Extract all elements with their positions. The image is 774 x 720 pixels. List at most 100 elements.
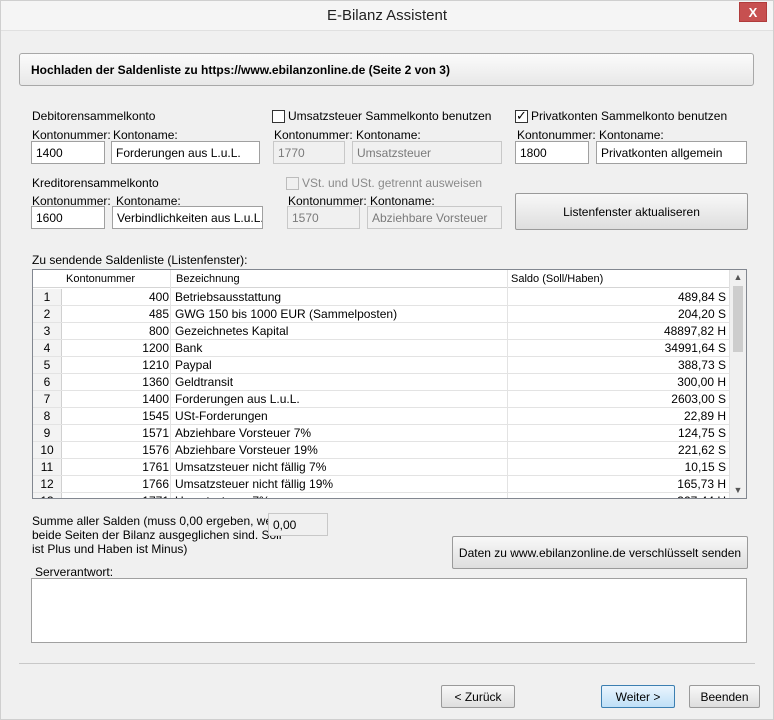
page-header-text: Hochladen der Saldenliste zu https://www… xyxy=(31,63,450,77)
cell-saldo: 489,84 S xyxy=(677,290,726,304)
table-row[interactable]: 8 1545 USt-Forderungen 22,89 H xyxy=(33,408,730,425)
cell-saldo: 204,20 S xyxy=(677,307,726,321)
privat-checkbox-label: Privatkonten Sammelkonto benutzen xyxy=(531,109,728,123)
serverantwort-field[interactable] xyxy=(31,578,747,643)
back-button-label: < Zurück xyxy=(454,690,502,704)
scroll-up-icon[interactable]: ▲ xyxy=(730,272,746,282)
cell-saldo: 165,73 H xyxy=(677,477,726,491)
cell-saldo: 221,62 S xyxy=(677,443,726,457)
cell-bezeichnung: Abziehbare Vorsteuer 7% xyxy=(175,426,312,440)
kreditor-name-field[interactable]: Verbindlichkeiten aus L.u.L. xyxy=(112,206,263,229)
table-row[interactable]: 1 400 Betriebsausstattung 489,84 S xyxy=(33,289,730,306)
table-row[interactable]: 9 1571 Abziehbare Vorsteuer 7% 124,75 S xyxy=(33,425,730,442)
vorsteuer-name-field: Abziehbare Vorsteuer xyxy=(367,206,502,229)
window-title: E-Bilanz Assistent xyxy=(326,7,448,24)
privat-number-label: Kontonummer: xyxy=(517,128,596,142)
back-button[interactable]: < Zurück xyxy=(441,685,515,708)
column-header-saldo[interactable]: Saldo (Soll/Haben) xyxy=(511,273,603,285)
cell-saldo: 388,73 S xyxy=(677,358,726,372)
privat-checkbox[interactable]: ✓ xyxy=(515,108,528,123)
vorsteuer-checkbox-label: VSt. und USt. getrennt ausweisen xyxy=(302,176,483,190)
cell-kontonummer: 1576 xyxy=(142,443,169,457)
table-row[interactable]: 4 1200 Bank 34991,64 S xyxy=(33,340,730,357)
grid-vertical-scrollbar[interactable]: ▲ ▼ xyxy=(729,270,746,498)
umsatzsteuer-name-field: Umsatzsteuer xyxy=(352,141,502,164)
column-header-kontonummer[interactable]: Kontonummer xyxy=(66,273,135,285)
kreditor-number-field[interactable]: 1600 xyxy=(31,206,105,229)
cell-saldo: 34991,64 S xyxy=(664,341,726,355)
footer-separator xyxy=(19,663,755,664)
next-button[interactable]: Weiter > xyxy=(601,685,675,708)
cell-bezeichnung: GWG 150 bis 1000 EUR (Sammelposten) xyxy=(175,307,398,321)
privat-name-field[interactable]: Privatkonten allgemein xyxy=(596,141,747,164)
table-row[interactable]: 7 1400 Forderungen aus L.u.L. 2603,00 S xyxy=(33,391,730,408)
summe-label-line3: ist Plus und Haben ist Minus) xyxy=(32,542,188,556)
row-number: 11 xyxy=(33,459,62,475)
cell-bezeichnung: USt-Forderungen xyxy=(175,409,268,423)
cell-saldo: 327,44 H xyxy=(508,494,726,498)
row-number: 10 xyxy=(33,442,62,458)
privat-name-label: Kontoname: xyxy=(599,128,664,142)
wizard-window: E-Bilanz Assistent X Hochladen der Salde… xyxy=(0,0,774,720)
cell-saldo: 48897,82 H xyxy=(663,324,726,338)
checkmark-icon: ✓ xyxy=(516,108,527,123)
cell-kontonummer: 1766 xyxy=(142,477,169,491)
scroll-thumb[interactable] xyxy=(733,286,743,352)
cell-kontonummer: 800 xyxy=(148,324,169,338)
cell-kontonummer: 1761 xyxy=(142,460,169,474)
debitor-name-field[interactable]: Forderungen aus L.u.L. xyxy=(111,141,260,164)
umsatzsteuer-checkbox[interactable] xyxy=(272,110,285,123)
cell-bezeichnung: Bank xyxy=(175,341,203,355)
cell-saldo: 124,75 S xyxy=(677,426,726,440)
close-button[interactable]: X xyxy=(739,2,767,22)
table-row[interactable]: 2 485 GWG 150 bis 1000 EUR (Sammelposten) 2… xyxy=(33,306,730,323)
row-number: 13 xyxy=(33,493,62,498)
saldenliste-grid[interactable]: Kontonummer Bezeichnung Saldo (Soll/Habe… xyxy=(32,269,747,499)
serverantwort-label: Serverantwort: xyxy=(35,565,114,579)
vorsteuer-checkbox xyxy=(286,177,299,190)
table-row[interactable]: 11 1761 Umsatzsteuer nicht fällig 7% 10,15 … xyxy=(33,459,730,476)
vorsteuer-number-field: 1570 xyxy=(287,206,360,229)
table-row[interactable]: 12 1766 Umsatzsteuer nicht fällig 19% 165,7… xyxy=(33,476,730,493)
table-row[interactable]: 6 1360 Geldtransit 300,00 H xyxy=(33,374,730,391)
debitor-section-label: Debitorensammelkonto xyxy=(32,109,156,123)
row-number: 12 xyxy=(33,476,62,492)
cell-saldo: 22,89 H xyxy=(683,409,726,423)
privat-number-field[interactable]: 1800 xyxy=(515,141,589,164)
refresh-list-button[interactable]: Listenfenster aktualiseren xyxy=(515,193,748,230)
cell-bezeichnung: Abziehbare Vorsteuer 19% xyxy=(175,443,318,457)
umsatzsteuer-name-label: Kontoname: xyxy=(356,128,421,142)
cell-bezeichnung: Umsatzsteuer nicht fällig 19% xyxy=(175,477,334,491)
refresh-list-button-label: Listenfenster aktualiseren xyxy=(563,205,700,219)
row-number: 3 xyxy=(33,323,62,339)
cell-kontonummer: 485 xyxy=(148,307,169,321)
cell-bezeichnung: Paypal xyxy=(175,358,212,372)
cell-saldo: 2603,00 S xyxy=(671,392,726,406)
grid-header: Kontonummer Bezeichnung Saldo (Soll/Habe… xyxy=(33,270,730,288)
row-number: 5 xyxy=(33,357,62,373)
row-number: 4 xyxy=(33,340,62,356)
row-number: 9 xyxy=(33,425,62,441)
cell-bezeichnung: Gezeichnetes Kapital xyxy=(175,324,289,338)
cell-bezeichnung: Umsatzsteuer 7% xyxy=(175,494,495,498)
cell-bezeichnung: Umsatzsteuer nicht fällig 7% xyxy=(175,460,327,474)
debitor-number-field[interactable]: 1400 xyxy=(31,141,105,164)
table-row[interactable]: 131771 Umsatzsteuer 7% 327,44 H xyxy=(33,493,730,498)
table-row[interactable]: 3 800 Gezeichnetes Kapital 48897,82 H xyxy=(33,323,730,340)
row-number: 7 xyxy=(33,391,62,407)
row-number: 2 xyxy=(33,306,62,322)
table-row[interactable]: 10 1576 Abziehbare Vorsteuer 19% 221,62 S xyxy=(33,442,730,459)
table-row[interactable]: 5 1210 Paypal 388,73 S xyxy=(33,357,730,374)
saldenliste-label: Zu sendende Saldenliste (Listenfenster): xyxy=(32,253,248,267)
end-button[interactable]: Beenden xyxy=(689,685,760,708)
scroll-down-icon[interactable]: ▼ xyxy=(730,485,746,495)
cell-kontonummer: 1571 xyxy=(142,426,169,440)
send-data-button[interactable]: Daten zu www.ebilanzonline.de verschlüss… xyxy=(452,536,748,569)
column-header-bezeichnung[interactable]: Bezeichnung xyxy=(176,273,240,285)
cell-saldo: 10,15 S xyxy=(684,460,726,474)
cell-kontonummer: 1210 xyxy=(142,358,169,372)
next-button-label: Weiter > xyxy=(615,690,661,704)
row-number: 1 xyxy=(33,289,62,305)
umsatzsteuer-checkbox-label: Umsatzsteuer Sammelkonto benutzen xyxy=(288,109,492,123)
cell-kontonummer: 400 xyxy=(148,290,169,304)
